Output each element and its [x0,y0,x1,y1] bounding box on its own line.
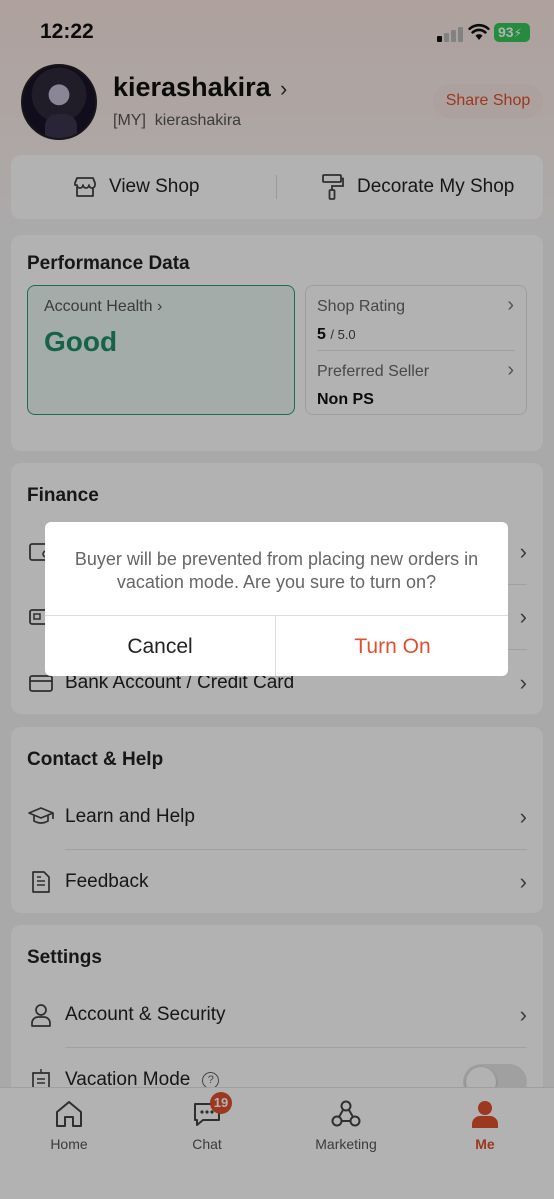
dialog-buttons: Cancel Turn On [45,615,508,676]
turn-on-button[interactable]: Turn On [277,616,508,676]
dialog-message: Buyer will be prevented from placing new… [74,549,479,592]
vacation-confirm-dialog: Buyer will be prevented from placing new… [45,522,508,676]
cancel-button[interactable]: Cancel [45,616,276,676]
